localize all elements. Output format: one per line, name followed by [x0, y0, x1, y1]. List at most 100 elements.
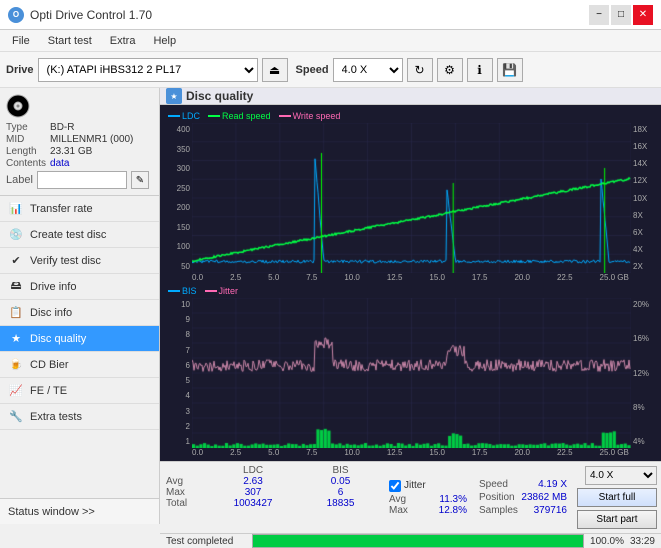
bottom-chart-canvas: [192, 298, 631, 448]
disc-quality-header: ★ Disc quality: [160, 88, 661, 105]
sidebar-item-transfer-rate[interactable]: 📊 Transfer rate: [0, 196, 159, 222]
sidebar-item-label: Transfer rate: [30, 203, 93, 215]
ldc-legend: LDC: [168, 111, 200, 121]
eject-button[interactable]: ⏏: [262, 58, 288, 82]
sidebar-item-label: Disc quality: [30, 333, 86, 345]
sidebar-item-create-test-disc[interactable]: 💿 Create test disc: [0, 222, 159, 248]
avg-jitter-label: Avg: [389, 494, 406, 505]
max-jitter-label: Max: [389, 505, 408, 516]
max-jitter-value: 12.8%: [439, 505, 467, 516]
mid-value: MILLENMR1 (000): [50, 134, 153, 145]
settings-button[interactable]: ⚙: [437, 58, 463, 82]
sidebar: Type BD-R MID MILLENMR1 (000) Length 23.…: [0, 88, 160, 524]
save-button[interactable]: 💾: [497, 58, 523, 82]
disc-quality-icon: ★: [8, 331, 24, 347]
samples-label: Samples: [479, 505, 518, 516]
window-controls: − □ ✕: [589, 5, 653, 25]
start-full-button[interactable]: Start full: [577, 488, 657, 507]
extra-tests-icon: 🔧: [8, 409, 24, 425]
sidebar-item-disc-info[interactable]: 📋 Disc info: [0, 300, 159, 326]
app-title: Opti Drive Control 1.70: [30, 8, 152, 22]
titlebar: O Opti Drive Control 1.70 − □ ✕: [0, 0, 661, 30]
speed-label: Speed: [296, 64, 329, 76]
mid-label: MID: [6, 134, 46, 145]
avg-row: Avg 2.63 0.05: [166, 476, 377, 487]
progress-bar-inner: [253, 535, 583, 547]
start-part-button[interactable]: Start part: [577, 510, 657, 529]
contents-value: data: [50, 158, 153, 169]
info-button[interactable]: ℹ: [467, 58, 493, 82]
contents-label: Contents: [6, 158, 46, 169]
bis-header: BIS: [304, 465, 377, 476]
max-row: Max 307 6: [166, 487, 377, 498]
drive-label: Drive: [6, 64, 34, 76]
samples-value: 379716: [534, 505, 567, 516]
status-window-button[interactable]: Status window >>: [0, 498, 159, 524]
position-label: Position: [479, 492, 515, 503]
toolbar: Drive (K:) ATAPI iHBS312 2 PL17 ⏏ Speed …: [0, 52, 661, 88]
jitter-section: Jitter Avg 11.3% Max 12.8%: [383, 462, 473, 533]
max-bis: 6: [304, 487, 377, 498]
speed-select[interactable]: 4.0 X: [333, 58, 403, 82]
menubar: File Start test Extra Help: [0, 30, 661, 52]
sidebar-item-disc-quality[interactable]: ★ Disc quality: [0, 326, 159, 352]
menu-help[interactable]: Help: [145, 33, 184, 49]
write-legend: Write speed: [279, 111, 341, 121]
sidebar-item-label: CD Bier: [30, 359, 69, 371]
transfer-rate-icon: 📊: [8, 201, 24, 217]
disc-panel: Type BD-R MID MILLENMR1 (000) Length 23.…: [0, 88, 159, 196]
max-label: Max: [166, 487, 202, 498]
disc-quality-title: Disc quality: [186, 89, 253, 103]
length-value: 23.31 GB: [50, 146, 153, 157]
jitter-checkbox[interactable]: [389, 480, 401, 492]
top-chart-canvas: [192, 123, 631, 273]
drive-select[interactable]: (K:) ATAPI iHBS312 2 PL17: [38, 58, 258, 82]
length-label: Length: [6, 146, 46, 157]
sidebar-item-label: Extra tests: [30, 411, 82, 423]
type-label: Type: [6, 122, 46, 133]
jitter-legend: Jitter: [205, 286, 239, 296]
sidebar-item-verify-test-disc[interactable]: ✔ Verify test disc: [0, 248, 159, 274]
sidebar-item-drive-info[interactable]: 🖴 Drive info: [0, 274, 159, 300]
total-bis: 18835: [304, 498, 377, 509]
label-edit-button[interactable]: ✎: [131, 171, 149, 189]
x-axis-top: 0.0 2.5 5.0 7.5 10.0 12.5 15.0 17.5 20.0…: [164, 273, 657, 282]
maximize-button[interactable]: □: [611, 5, 631, 25]
create-test-disc-icon: 💿: [8, 227, 24, 243]
sidebar-item-label: Drive info: [30, 281, 76, 293]
y-axis-left-top: 400 350 300 250 200 150 100 50: [164, 123, 192, 273]
speed-select-bottom[interactable]: 4.0 X: [585, 466, 657, 485]
avg-jitter-value: 11.3%: [439, 494, 467, 505]
fe-te-icon: 📈: [8, 383, 24, 399]
drive-info-icon: 🖴: [8, 279, 24, 295]
app-logo: O: [8, 7, 24, 23]
sidebar-item-fe-te[interactable]: 📈 FE / TE: [0, 378, 159, 404]
close-button[interactable]: ✕: [633, 5, 653, 25]
read-legend: Read speed: [208, 111, 271, 121]
status-window-label: Status window >>: [8, 506, 95, 518]
menu-file[interactable]: File: [4, 33, 38, 49]
sidebar-item-extra-tests[interactable]: 🔧 Extra tests: [0, 404, 159, 430]
progress-percent: 100.0%: [590, 536, 624, 547]
sidebar-item-label: Verify test disc: [30, 255, 101, 267]
speed-section: Speed 4.19 X Position 23862 MB Samples 3…: [473, 462, 573, 533]
verify-test-disc-icon: ✔: [8, 253, 24, 269]
position-value: 23862 MB: [521, 492, 567, 503]
max-ldc: 307: [202, 487, 304, 498]
minimize-button[interactable]: −: [589, 5, 609, 25]
menu-extra[interactable]: Extra: [102, 33, 144, 49]
refresh-button[interactable]: ↻: [407, 58, 433, 82]
total-label: Total: [166, 498, 202, 509]
speed-avg-value: 4.19 X: [538, 479, 567, 490]
label-input[interactable]: [37, 171, 127, 189]
label-label: Label: [6, 174, 33, 186]
sidebar-item-label: Disc info: [30, 307, 72, 319]
type-value: BD-R: [50, 122, 153, 133]
menu-start-test[interactable]: Start test: [40, 33, 100, 49]
stats-table: LDC BIS Avg 2.63 0.05 Max 307: [160, 462, 383, 533]
right-buttons: 4.0 X Start full Start part: [573, 462, 661, 533]
sidebar-item-cd-bier[interactable]: 🍺 CD Bier: [0, 352, 159, 378]
sidebar-item-label: Create test disc: [30, 229, 106, 241]
avg-ldc: 2.63: [202, 476, 304, 487]
status-text: Test completed: [166, 536, 246, 547]
